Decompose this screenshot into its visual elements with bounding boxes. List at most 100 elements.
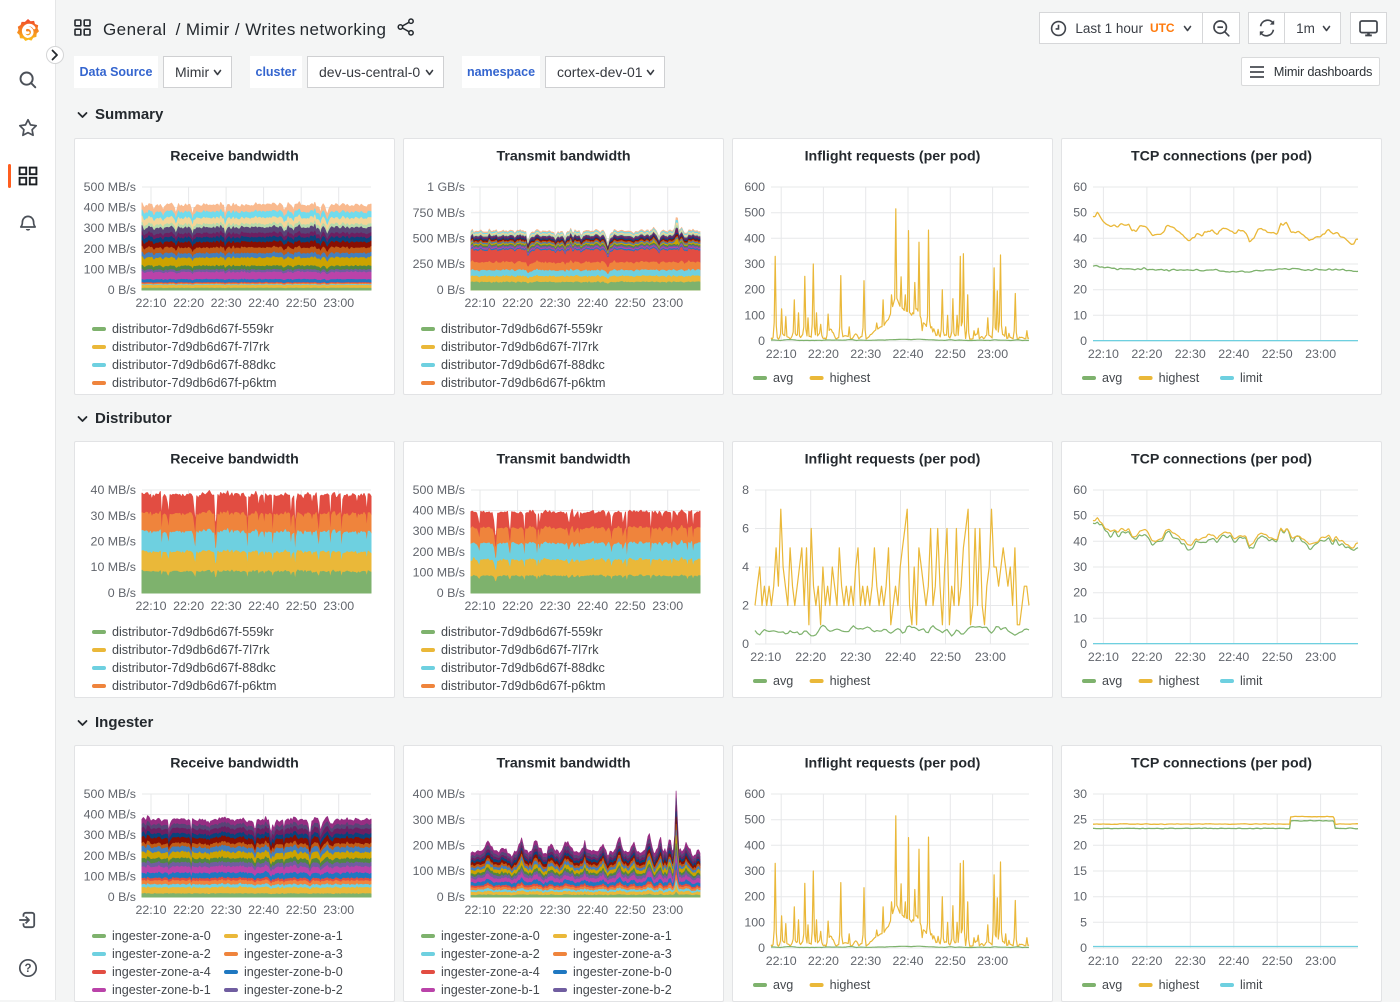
svg-text:22:40: 22:40 <box>248 296 279 310</box>
svg-text:22:50: 22:50 <box>615 903 646 917</box>
svg-text:8: 8 <box>742 483 749 497</box>
svg-text:200 MB/s: 200 MB/s <box>84 242 136 256</box>
svg-text:22:20: 22:20 <box>173 903 204 917</box>
svg-text:23:00: 23:00 <box>1305 347 1336 361</box>
svg-text:22:10: 22:10 <box>135 903 166 917</box>
svg-text:6: 6 <box>742 522 749 536</box>
svg-text:22:40: 22:40 <box>1218 650 1249 664</box>
svg-text:22:40: 22:40 <box>892 347 923 361</box>
svg-text:600: 600 <box>744 180 765 194</box>
svg-text:distributor-7d9db6d67f-7l7rk: distributor-7d9db6d67f-7l7rk <box>112 340 270 354</box>
svg-text:40: 40 <box>1073 231 1087 245</box>
svg-text:ingester-zone-a-3: ingester-zone-a-3 <box>573 947 672 961</box>
svg-text:distributor-7d9db6d67f-p6ktm: distributor-7d9db6d67f-p6ktm <box>441 679 606 693</box>
svg-text:22:10: 22:10 <box>766 347 797 361</box>
svg-text:50: 50 <box>1073 206 1087 220</box>
svg-text:1 GB/s: 1 GB/s <box>427 180 465 194</box>
svg-text:30: 30 <box>1073 257 1087 271</box>
svg-text:22:50: 22:50 <box>935 954 966 968</box>
svg-text:22:50: 22:50 <box>1262 954 1293 968</box>
svg-text:22:50: 22:50 <box>615 296 646 310</box>
svg-text:22:40: 22:40 <box>577 599 608 613</box>
svg-text:22:30: 22:30 <box>1175 650 1206 664</box>
svg-text:0: 0 <box>758 941 765 955</box>
svg-text:0 B/s: 0 B/s <box>108 890 136 904</box>
svg-text:0 B/s: 0 B/s <box>437 586 465 600</box>
svg-text:50: 50 <box>1073 509 1087 523</box>
svg-text:100: 100 <box>744 308 765 322</box>
svg-text:Transmit bandwidth: Transmit bandwidth <box>497 452 631 468</box>
svg-text:10: 10 <box>1073 890 1087 904</box>
svg-text:10 MB/s: 10 MB/s <box>91 560 136 574</box>
svg-text:0: 0 <box>1080 941 1087 955</box>
svg-text:ingester-zone-b-2: ingester-zone-b-2 <box>573 983 672 997</box>
svg-text:22:20: 22:20 <box>173 296 204 310</box>
svg-text:2: 2 <box>742 599 749 613</box>
svg-text:300 MB/s: 300 MB/s <box>413 813 465 827</box>
svg-text:60: 60 <box>1073 180 1087 194</box>
svg-text:22:20: 22:20 <box>502 599 533 613</box>
svg-text:22:10: 22:10 <box>1088 650 1119 664</box>
svg-text:23:00: 23:00 <box>1305 954 1336 968</box>
svg-text:distributor-7d9db6d67f-88dkc: distributor-7d9db6d67f-88dkc <box>441 358 605 372</box>
svg-text:distributor-7d9db6d67f-p6ktm: distributor-7d9db6d67f-p6ktm <box>112 376 277 390</box>
svg-text:22:50: 22:50 <box>1262 347 1293 361</box>
svg-text:ingester-zone-a-4: ingester-zone-a-4 <box>112 965 211 979</box>
svg-text:ingester-zone-a-2: ingester-zone-a-2 <box>112 947 211 961</box>
svg-text:30: 30 <box>1073 560 1087 574</box>
svg-text:22:30: 22:30 <box>211 296 242 310</box>
svg-text:22:20: 22:20 <box>808 954 839 968</box>
svg-text:200 MB/s: 200 MB/s <box>84 849 136 863</box>
svg-text:23:00: 23:00 <box>652 296 683 310</box>
svg-text:100: 100 <box>744 915 765 929</box>
svg-text:Inflight requests (per pod): Inflight requests (per pod) <box>805 756 981 772</box>
svg-text:22:40: 22:40 <box>1218 347 1249 361</box>
svg-text:200: 200 <box>744 890 765 904</box>
svg-text:22:20: 22:20 <box>1131 347 1162 361</box>
svg-text:22:20: 22:20 <box>1131 650 1162 664</box>
svg-text:22:10: 22:10 <box>464 296 495 310</box>
svg-text:22:20: 22:20 <box>502 903 533 917</box>
svg-text:TCP connections (per pod): TCP connections (per pod) <box>1131 756 1312 772</box>
svg-text:600: 600 <box>744 787 765 801</box>
svg-text:?: ? <box>24 963 31 975</box>
svg-text:100 MB/s: 100 MB/s <box>413 864 465 878</box>
svg-text:22:30: 22:30 <box>211 903 242 917</box>
svg-text:20: 20 <box>1073 283 1087 297</box>
svg-text:TCP connections (per pod): TCP connections (per pod) <box>1131 452 1312 468</box>
svg-text:5: 5 <box>1080 915 1087 929</box>
svg-text:highest: highest <box>830 371 871 385</box>
svg-text:23:00: 23:00 <box>323 903 354 917</box>
svg-text:22:40: 22:40 <box>1218 954 1249 968</box>
svg-text:distributor-7d9db6d67f-7l7rk: distributor-7d9db6d67f-7l7rk <box>441 340 599 354</box>
svg-text:200: 200 <box>744 283 765 297</box>
svg-text:Receive bandwidth: Receive bandwidth <box>170 452 299 468</box>
svg-text:ingester-zone-b-0: ingester-zone-b-0 <box>573 965 672 979</box>
svg-text:22:10: 22:10 <box>135 296 166 310</box>
svg-text:30 MB/s: 30 MB/s <box>91 509 136 523</box>
svg-text:highest: highest <box>1159 978 1200 992</box>
svg-text:23:00: 23:00 <box>323 599 354 613</box>
svg-text:22:40: 22:40 <box>577 296 608 310</box>
svg-text:23:00: 23:00 <box>977 954 1008 968</box>
svg-text:avg: avg <box>1102 371 1122 385</box>
svg-text:TCP connections (per pod): TCP connections (per pod) <box>1131 149 1312 165</box>
svg-text:100 MB/s: 100 MB/s <box>413 565 465 579</box>
svg-text:400: 400 <box>744 838 765 852</box>
svg-text:300: 300 <box>744 864 765 878</box>
svg-text:10: 10 <box>1073 308 1087 322</box>
svg-text:0: 0 <box>1080 334 1087 348</box>
svg-text:0 B/s: 0 B/s <box>108 586 136 600</box>
svg-text:distributor-7d9db6d67f-7l7rk: distributor-7d9db6d67f-7l7rk <box>112 643 270 657</box>
svg-text:Inflight requests (per pod): Inflight requests (per pod) <box>805 149 981 165</box>
svg-text:20: 20 <box>1073 586 1087 600</box>
svg-text:0: 0 <box>742 637 749 651</box>
svg-text:highest: highest <box>1159 674 1200 688</box>
svg-text:23:00: 23:00 <box>652 599 683 613</box>
svg-text:ingester-zone-b-0: ingester-zone-b-0 <box>244 965 343 979</box>
svg-text:distributor-7d9db6d67f-7l7rk: distributor-7d9db6d67f-7l7rk <box>441 643 599 657</box>
svg-text:22:20: 22:20 <box>795 650 826 664</box>
svg-text:distributor-7d9db6d67f-p6ktm: distributor-7d9db6d67f-p6ktm <box>441 376 606 390</box>
svg-text:22:40: 22:40 <box>577 903 608 917</box>
svg-text:400 MB/s: 400 MB/s <box>84 201 136 215</box>
